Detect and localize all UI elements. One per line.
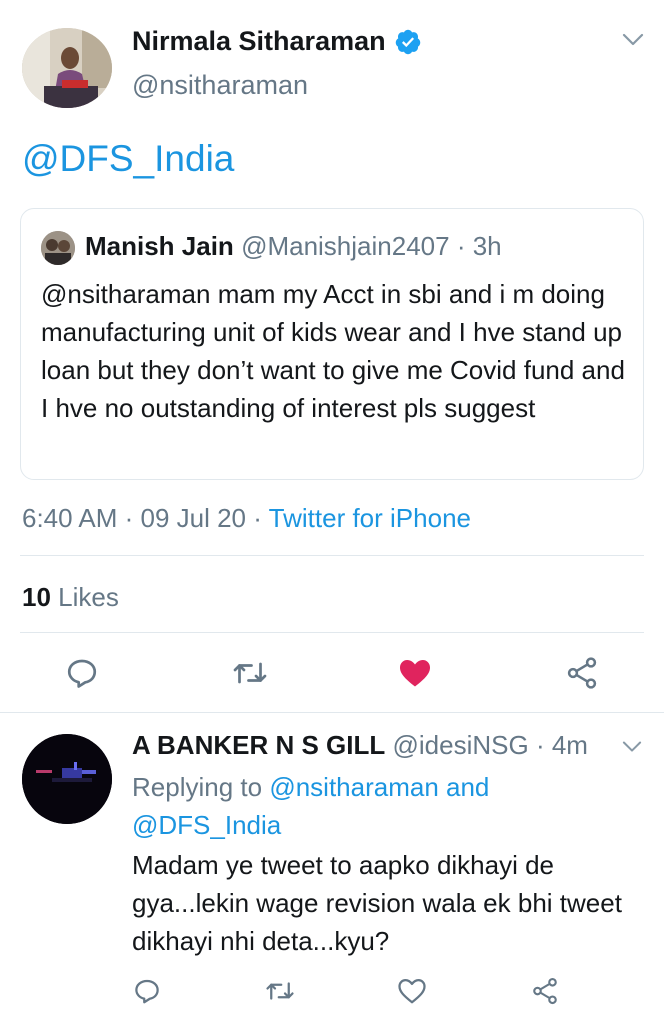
section-divider [0,712,664,713]
retweet-icon[interactable] [265,976,295,1006]
reply-text[interactable]: Madam ye tweet to aapko dikhayi de gya..… [132,846,642,960]
verified-badge-icon [395,29,420,54]
tweet-meta: 6:40 AM · 09 Jul 20 · Twitter for iPhone [22,503,471,534]
quoted-author-handle: @Manishjain2407 [241,231,450,261]
quoted-author-avatar [41,231,75,265]
likes-label: Likes [50,582,119,612]
like-icon[interactable] [397,976,427,1006]
reply-icon[interactable] [132,976,162,1006]
likes-count[interactable]: 10 Likes [22,582,119,613]
likes-number: 10 [22,582,51,612]
quoted-tweet-header: Manish Jain @Manishjain2407 · 3h [85,231,502,262]
tweet-text[interactable]: @DFS_India [22,138,234,180]
retweet-icon[interactable] [232,655,268,691]
quoted-tweet-age: · 3h [449,231,502,261]
divider [20,555,644,556]
divider [20,632,644,633]
author-handle[interactable]: @nsitharaman [132,70,308,101]
reply-author-handle[interactable]: @idesiNSG [393,730,529,760]
tweet-timestamp[interactable]: 6:40 AM · 09 Jul 20 · [22,503,269,533]
tweet-source-link[interactable]: Twitter for iPhone [269,503,471,533]
reply-author-name[interactable]: A BANKER N S GILL [132,730,385,760]
quoted-tweet-card[interactable]: Manish Jain @Manishjain2407 · 3h @nsitha… [20,208,644,480]
replying-to: Replying to @nsitharaman and @DFS_India [132,768,602,844]
like-icon[interactable] [397,655,433,691]
share-icon[interactable] [564,655,600,691]
share-icon[interactable] [530,976,560,1006]
chevron-down-icon[interactable] [621,30,645,50]
author-name-row[interactable]: Nirmala Sitharaman [132,26,422,57]
reply-author-avatar[interactable] [22,734,112,824]
reply-icon[interactable] [64,655,100,691]
reply-header: A BANKER N S GILL @idesiNSG · 4m [132,730,588,761]
quoted-author-name: Manish Jain [85,231,234,261]
quoted-tweet-text: @nsitharaman mam my Acct in sbi and i m … [41,279,625,423]
replying-to-prefix: Replying to [132,772,270,802]
reply-age: · 4m [528,730,588,760]
author-name[interactable]: Nirmala Sitharaman [132,26,386,57]
chevron-down-icon[interactable] [621,738,643,756]
author-avatar[interactable] [22,28,112,108]
